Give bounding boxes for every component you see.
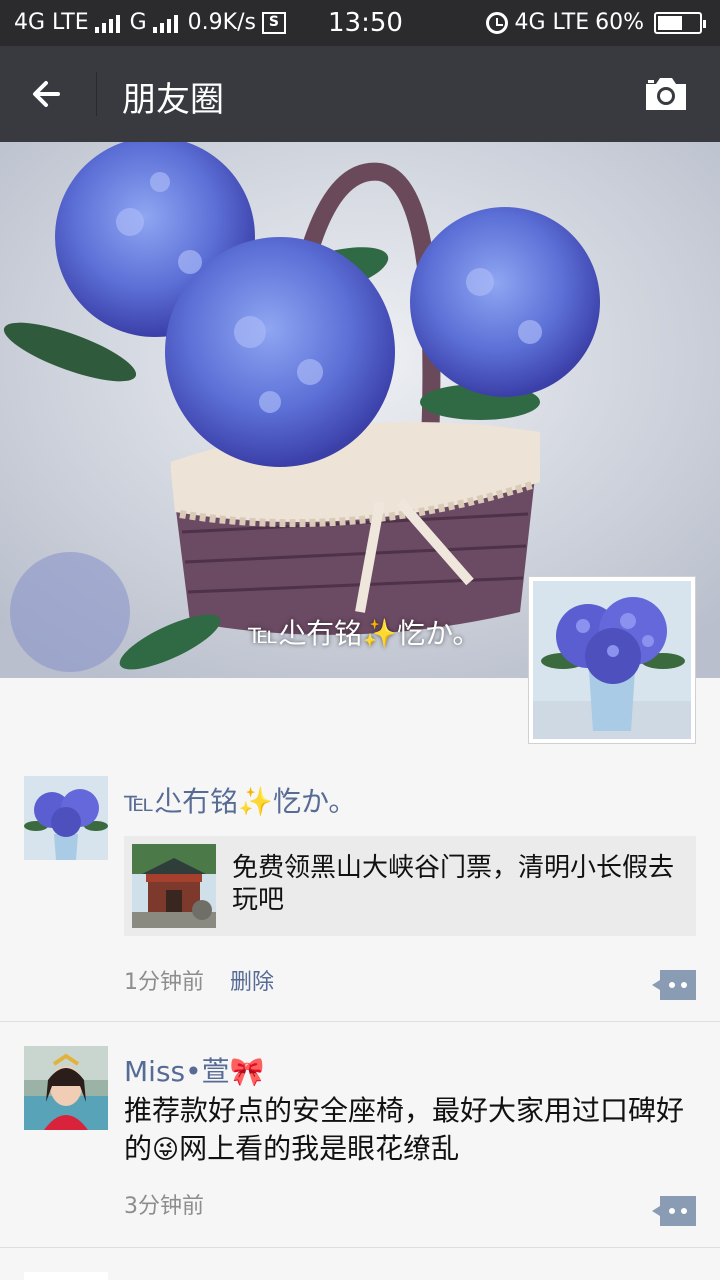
clock: 13:50 xyxy=(328,8,403,38)
wink-emoji: 😜 xyxy=(152,1135,180,1165)
post-author-name[interactable]: ℡尐冇铭✨忔か。 xyxy=(124,780,356,820)
nav-bar: 朋友圈 xyxy=(0,46,720,142)
post-text: 推荐款好点的安全座椅，最好大家用过口碑好的😜网上看的我是眼花缭乱 xyxy=(124,1092,700,1169)
battery-percent: 60% xyxy=(595,10,644,35)
signal-icon-2 xyxy=(152,13,178,33)
screenshot-icon: S xyxy=(261,11,286,34)
battery-icon xyxy=(654,11,706,34)
nav-divider xyxy=(96,72,97,116)
network-type-2: G xyxy=(129,10,147,35)
post-text-part: 网上看的我是眼花缭乱 xyxy=(179,1132,460,1165)
shared-link-thumbnail xyxy=(132,844,216,928)
shared-link-card[interactable]: 免费领黑山大峡谷门票，清明小长假去玩吧 xyxy=(124,836,696,936)
post-time: 3分钟前 xyxy=(124,1194,204,1219)
network-type: 4G LTE xyxy=(14,10,89,35)
shared-link-title: 免费领黑山大峡谷门票，清明小长假去玩吧 xyxy=(232,853,675,915)
back-arrow-icon[interactable] xyxy=(24,68,76,120)
next-post-avatar[interactable] xyxy=(24,1272,108,1280)
network-type-3: 4G LTE xyxy=(514,10,590,35)
profile-avatar[interactable] xyxy=(528,576,696,744)
user-avatar[interactable] xyxy=(24,776,108,860)
user-avatar[interactable] xyxy=(24,1046,108,1130)
moment-post: ℡尐冇铭✨忔か。 免费领黑山大峡谷门票，清明小长假去玩吧 1分钟前 删除 xyxy=(0,776,720,1022)
comment-icon[interactable] xyxy=(652,970,696,1000)
battery-fill xyxy=(658,15,682,30)
post-author-name[interactable]: Miss•萱🎀 xyxy=(124,1050,265,1090)
network-speed: 0.9K/s xyxy=(187,10,256,35)
status-bar: 4G LTE G 0.9K/s S 13:50 4G LTE 60% xyxy=(0,0,720,46)
signal-icon xyxy=(94,13,120,33)
camera-icon[interactable] xyxy=(642,74,690,114)
cover-owner-name: ℡尐冇铭✨忔か。 xyxy=(248,617,481,650)
page-title: 朋友圈 xyxy=(122,80,224,120)
post-time: 1分钟前 xyxy=(124,970,204,995)
moment-post: Miss•萱🎀 推荐款好点的安全座椅，最好大家用过口碑好的😜网上看的我是眼花缭乱… xyxy=(0,1046,720,1248)
comment-icon[interactable] xyxy=(652,1196,696,1226)
alarm-icon xyxy=(486,11,509,34)
delete-button[interactable]: 删除 xyxy=(230,964,274,996)
